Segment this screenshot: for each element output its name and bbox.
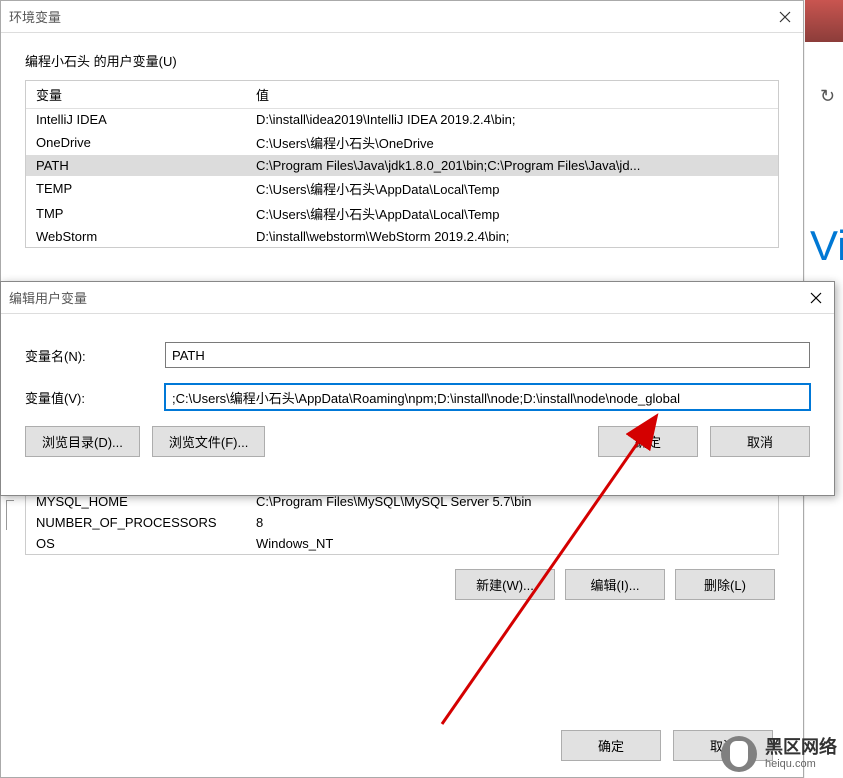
var-name-input[interactable] [165, 342, 810, 368]
delete-sys-button[interactable]: 删除(L) [675, 569, 775, 600]
main-title: 环境变量 [9, 7, 61, 26]
user-vars-label: 编程小石头 的用户变量(U) [25, 51, 779, 70]
user-vars-table[interactable]: 变量 值 IntelliJ IDEAD:\install\idea2019\In… [25, 80, 779, 248]
table-row[interactable]: OneDriveC:\Users\编程小石头\OneDrive [26, 130, 778, 155]
browse-file-button[interactable]: 浏览文件(F)... [152, 426, 265, 457]
var-name-label: 变量名(N): [25, 346, 165, 365]
edit-var-dialog: 编辑用户变量 变量名(N): 变量值(V): 浏览目录(D)... 浏览文件(F… [0, 281, 835, 496]
var-value-input[interactable] [165, 384, 810, 410]
watermark-cn: 黑区网络 [765, 737, 837, 759]
dialog-cancel-button[interactable]: 取消 [710, 426, 810, 457]
close-icon[interactable] [775, 7, 795, 27]
var-value-label: 变量值(V): [25, 388, 165, 407]
refresh-icon[interactable]: ↻ [820, 86, 835, 107]
table-row[interactable]: IntelliJ IDEAD:\install\idea2019\Intelli… [26, 109, 778, 131]
table-row-selected[interactable]: PATHC:\Program Files\Java\jdk1.8.0_201\b… [26, 155, 778, 176]
bg-image-strip [805, 0, 843, 42]
bg-vi-text: Vi [810, 222, 843, 270]
close-icon[interactable] [806, 288, 826, 308]
table-row[interactable]: TMPC:\Users\编程小石头\AppData\Local\Temp [26, 201, 778, 226]
browse-dir-button[interactable]: 浏览目录(D)... [25, 426, 140, 457]
ok-button[interactable]: 确定 [561, 730, 661, 761]
col-variable[interactable]: 变量 [26, 81, 246, 109]
main-titlebar: 环境变量 [1, 1, 803, 33]
dialog-ok-button[interactable]: 确定 [598, 426, 698, 457]
dialog-titlebar: 编辑用户变量 [1, 282, 834, 314]
new-sys-button[interactable]: 新建(W)... [455, 569, 555, 600]
edit-sys-button[interactable]: 编辑(I)... [565, 569, 665, 600]
border-stub [6, 500, 14, 530]
watermark: 黑区网络 heiqu.com [721, 736, 837, 772]
table-row[interactable]: TEMPC:\Users\编程小石头\AppData\Local\Temp [26, 176, 778, 201]
watermark-logo-icon [721, 736, 757, 772]
watermark-en: heiqu.com [765, 758, 837, 771]
table-row[interactable]: NUMBER_OF_PROCESSORS8 [26, 512, 778, 533]
dialog-title: 编辑用户变量 [9, 288, 87, 307]
table-row[interactable]: WebStormD:\install\webstorm\WebStorm 201… [26, 226, 778, 247]
table-row[interactable]: OSWindows_NT [26, 533, 778, 554]
col-value[interactable]: 值 [246, 81, 778, 109]
